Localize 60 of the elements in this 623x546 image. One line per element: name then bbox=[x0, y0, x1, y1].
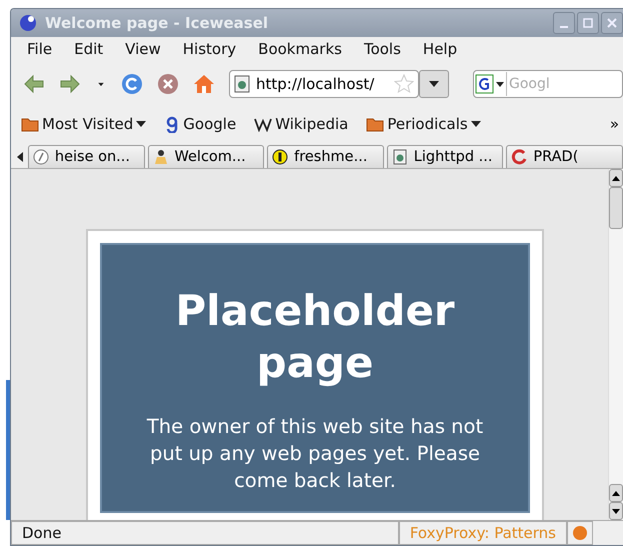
person-icon bbox=[152, 149, 169, 165]
scroll-thumb[interactable] bbox=[609, 187, 623, 229]
reload-icon[interactable] bbox=[121, 73, 143, 95]
menu-item[interactable]: History bbox=[182, 40, 236, 58]
browser-tab[interactable]: freshme... bbox=[267, 145, 384, 168]
bookmark-item[interactable]: Google bbox=[164, 115, 236, 133]
circle-logo-icon bbox=[32, 149, 49, 165]
menu-item[interactable]: View bbox=[125, 40, 161, 58]
browser-tab[interactable]: heise on... bbox=[28, 145, 145, 168]
folder-icon bbox=[21, 116, 39, 132]
menu-item[interactable]: Edit bbox=[74, 40, 104, 58]
caret-icon bbox=[429, 81, 439, 87]
home-icon[interactable] bbox=[193, 73, 215, 95]
fox-icon-cell[interactable] bbox=[567, 521, 593, 545]
bookmark-item[interactable]: Wikipedia bbox=[254, 115, 348, 133]
up-arrow-icon bbox=[612, 176, 620, 180]
maximize-button[interactable] bbox=[577, 12, 599, 34]
page-globe-icon bbox=[234, 75, 250, 93]
address-field[interactable]: http://localhost/ bbox=[229, 70, 419, 98]
page-heading: Placeholder page bbox=[174, 285, 456, 389]
minimize-icon bbox=[560, 26, 568, 28]
browser-tab[interactable]: Lighttpd ... bbox=[386, 145, 504, 168]
menu-item[interactable]: Tools bbox=[364, 40, 401, 58]
close-button[interactable] bbox=[601, 12, 623, 34]
star-icon[interactable] bbox=[394, 74, 414, 94]
scroll-down-button[interactable] bbox=[609, 502, 623, 520]
globe-icon bbox=[19, 14, 37, 32]
scroll-up-button[interactable] bbox=[609, 484, 623, 502]
caret-icon bbox=[136, 121, 146, 127]
page-globe-icon bbox=[392, 149, 408, 165]
bookmark-item[interactable]: Most Visited bbox=[21, 115, 146, 133]
url-text: http://localhost/ bbox=[256, 75, 376, 93]
google-g-icon bbox=[164, 115, 180, 133]
menu-item[interactable]: Bookmarks bbox=[258, 40, 342, 58]
history-dropdown-button[interactable] bbox=[419, 70, 449, 98]
browser-tab[interactable]: PRAD( bbox=[506, 145, 623, 168]
scroll-up-button[interactable] bbox=[609, 169, 623, 187]
search-bar[interactable]: Googl bbox=[473, 70, 623, 98]
bookmark-item[interactable]: Periodicals bbox=[366, 115, 481, 133]
forward-arrow-icon[interactable] bbox=[59, 73, 81, 95]
folder-icon bbox=[366, 116, 384, 132]
wikipedia-w-icon bbox=[254, 116, 272, 132]
stop-icon[interactable] bbox=[157, 73, 179, 95]
page-message: The owner of this web site has not put up any web pages yet. Please come back later. bbox=[146, 414, 484, 494]
status-text: Done bbox=[11, 521, 399, 545]
vertical-scrollbar[interactable] bbox=[608, 169, 623, 520]
caret-icon bbox=[470, 121, 481, 127]
menu-item[interactable]: File bbox=[27, 40, 52, 58]
maximize-icon bbox=[583, 18, 593, 28]
down-arrow-icon bbox=[612, 508, 620, 514]
google-g-icon[interactable] bbox=[474, 74, 506, 94]
window-title: Welcome page - Iceweasel bbox=[45, 14, 268, 32]
menu-item[interactable]: Help bbox=[422, 40, 458, 58]
up-arrow-icon bbox=[612, 490, 620, 496]
close-icon bbox=[607, 18, 617, 28]
minimize-button[interactable] bbox=[553, 12, 575, 34]
back-arrow-icon[interactable] bbox=[23, 73, 45, 95]
overflow-chevron[interactable]: » bbox=[610, 115, 623, 133]
scroll-left-icon[interactable] bbox=[17, 152, 25, 162]
browser-tab[interactable]: Welcom... bbox=[148, 145, 264, 168]
